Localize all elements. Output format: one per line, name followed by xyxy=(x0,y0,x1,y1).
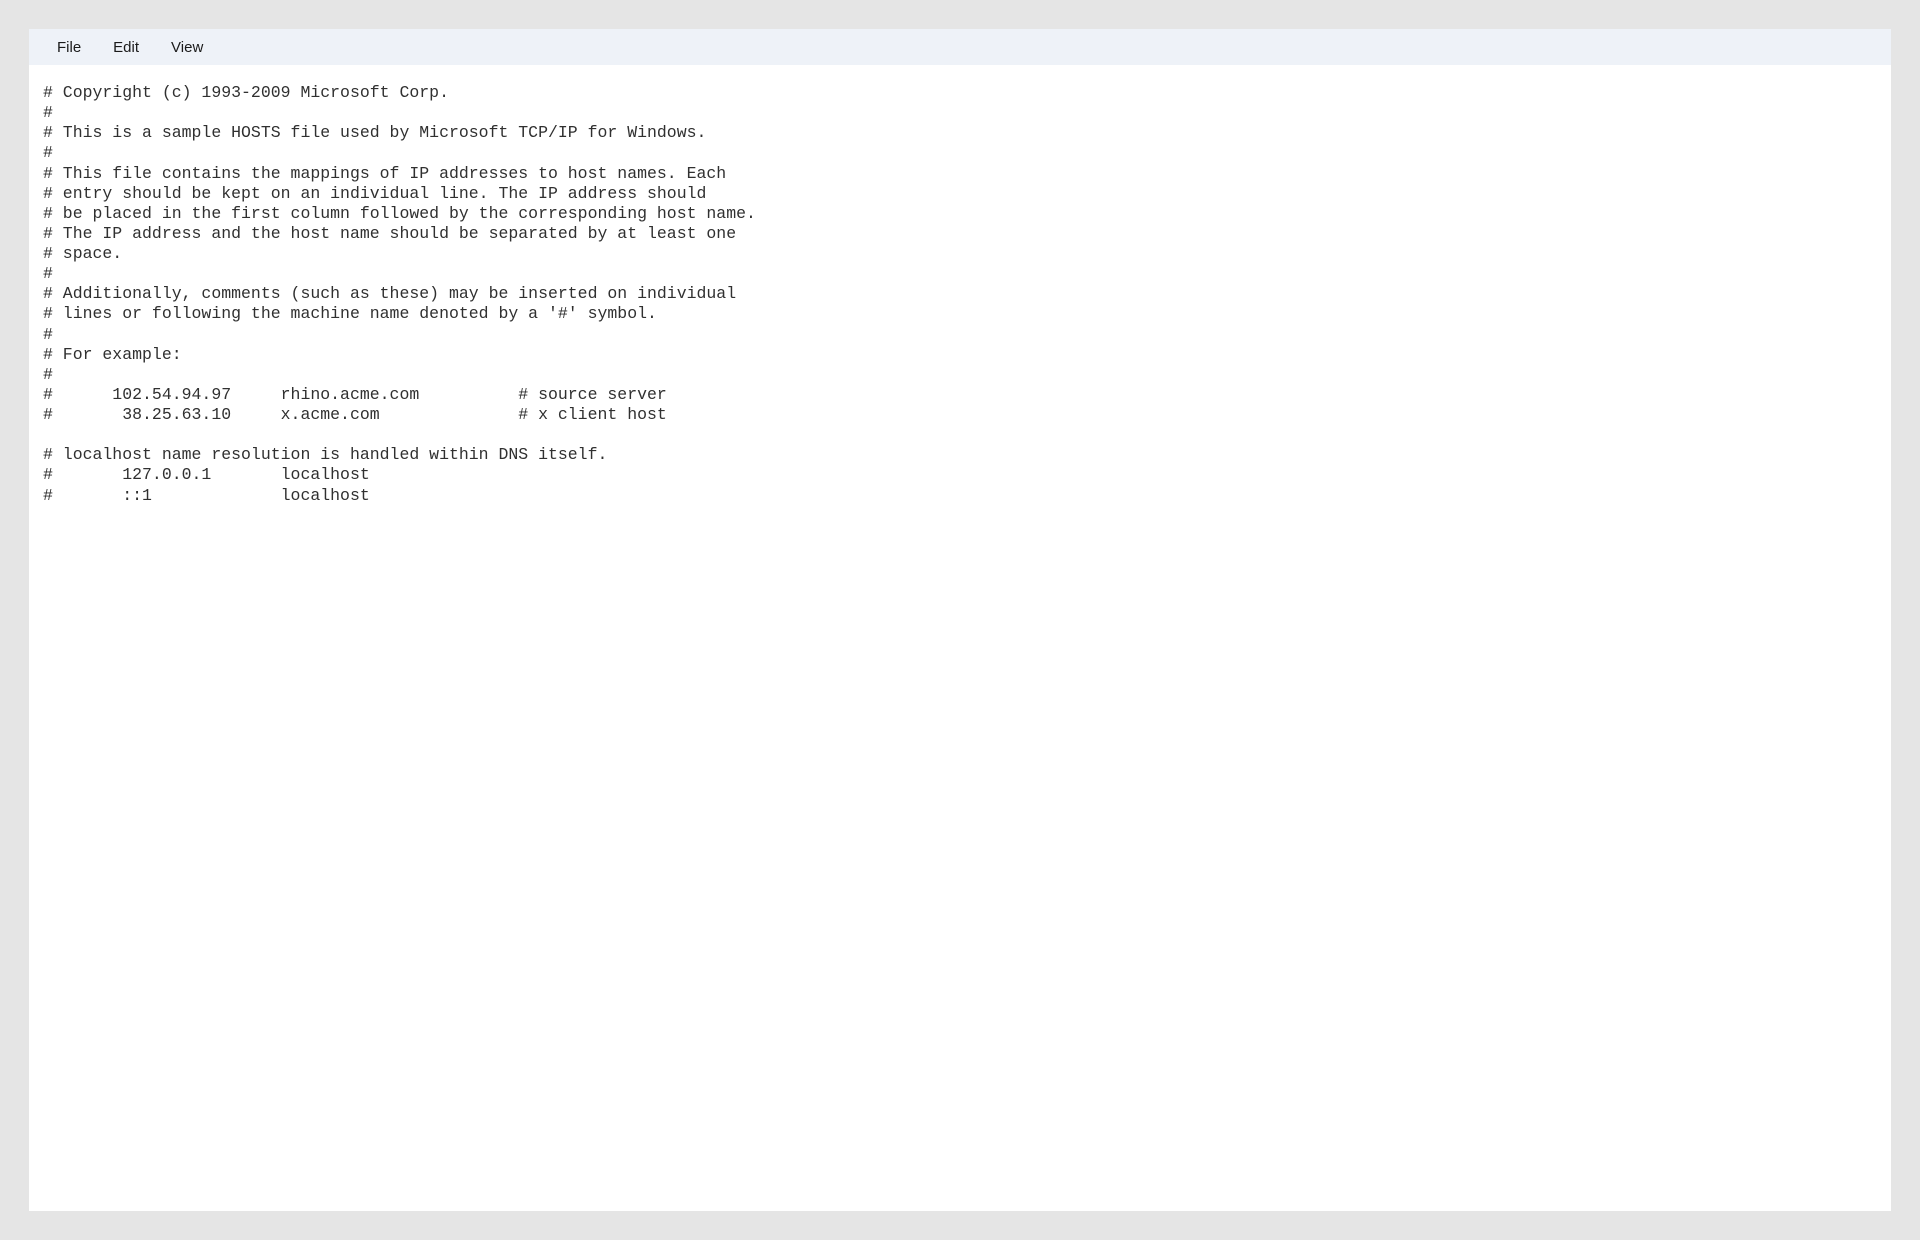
editor-window: File Edit View # Copyright (c) 1993-2009… xyxy=(29,29,1891,1211)
menu-view[interactable]: View xyxy=(155,33,219,62)
menu-edit[interactable]: Edit xyxy=(97,33,155,62)
menu-file[interactable]: File xyxy=(41,33,97,62)
text-editor-content[interactable]: # Copyright (c) 1993-2009 Microsoft Corp… xyxy=(29,65,1891,1211)
menubar: File Edit View xyxy=(29,29,1891,65)
